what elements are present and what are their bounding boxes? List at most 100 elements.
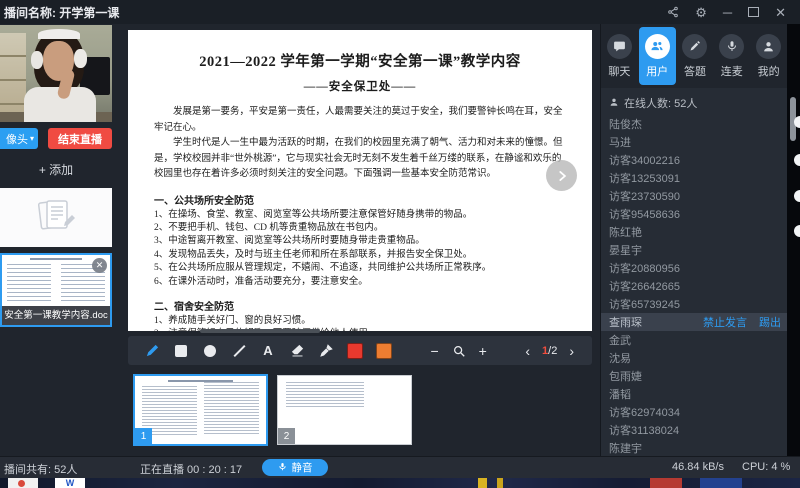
document-page: 2021—2022 学年第一学期“安全第一课”教学内容 ——安全保卫处—— 发展… [128,30,592,331]
user-list-item[interactable]: 潘韬 禁止发言 踢出 [601,385,787,403]
tab-mic-connect[interactable]: 连麦 [713,24,750,88]
user-list-item[interactable]: 访客26642665 禁止发言 踢出 [601,277,787,295]
live-classroom-app: 播间名称: 开学第一课 ⚙ ─ ✕ 像头 ▾ 结束直播 + 添加 [0,0,800,488]
tab-users[interactable]: 用户 [639,27,676,85]
user-name: 访客62974034 [609,404,680,420]
online-count-row: 在线人数: 52人 [601,88,787,115]
webcam-video [0,25,112,122]
doc-thumbnail-label: 安全第一课教学内容.doc [2,306,110,325]
user-list-item[interactable]: 陆俊杰 禁止发言 踢出 [601,115,787,133]
user-list-item[interactable]: 访客31138024 禁止发言 踢出 [601,421,787,439]
eraser-tool-icon[interactable] [289,343,305,359]
prev-page-icon[interactable]: ‹ [525,344,530,358]
microphone-icon [719,34,744,59]
user-name: 访客31138024 [609,422,679,438]
kick-user-button[interactable]: 踢出 [759,314,781,330]
document-list-item: 2、不要把手机、钱包、CD 机等贵重物品放在书包内。 [154,222,566,235]
user-list-item[interactable]: 查雨琛 禁止发言 踢出 [601,313,787,331]
user-list-item[interactable]: 访客13253091 禁止发言 踢出 [601,169,787,187]
user-name: 沈易 [609,350,631,366]
document-paragraph: 发展是第一要务，平安是第一责任，人最需要关注的莫过于安全，我们要警钟长鸣在耳，安… [154,105,566,136]
titlebar: 播间名称: 开学第一课 ⚙ ─ ✕ [0,0,800,24]
page-indicator: 1/2 [542,345,557,357]
maximize-button[interactable] [748,7,759,17]
line-tool-icon[interactable] [231,343,247,359]
document-list-item: 3、中途暂离开教室、阅览室等公共场所时要随身带走贵重物品。 [154,235,566,248]
user-name: 访客23730590 [609,188,680,204]
page2-thumbnail[interactable]: 2 [277,375,412,445]
share-icon[interactable] [667,6,679,18]
text-tool-icon[interactable]: A [260,343,276,359]
zoom-in-button[interactable]: + [479,344,487,358]
mic-small-icon [278,462,287,474]
brush-tool-icon[interactable] [318,343,334,359]
mute-user-button[interactable]: 禁止发言 [703,314,747,330]
annotation-toolbar: A − + ‹ 1/2 › [128,336,592,365]
next-page-button[interactable] [546,160,577,191]
rectangle-tool-icon[interactable] [173,343,189,359]
user-name: 访客95458636 [609,206,680,222]
user-name: 访客65739245 [609,296,680,312]
user-list-item[interactable]: 马进 禁止发言 踢出 [601,133,787,151]
user-name: 马进 [609,134,631,150]
cpu-label: CPU: 4 % [742,461,790,473]
document-section-heading: 一、公共场所安全防范 [154,192,566,207]
background-app-icon [794,116,800,128]
color-red-swatch[interactable] [347,343,363,359]
user-list-item[interactable]: 访客62974034 禁止发言 踢出 [601,403,787,421]
doc-thumbnail-selected[interactable]: ✕ 安全第一课教学内容.doc [0,253,112,327]
tab-mine[interactable]: 我的 [750,24,787,88]
person-icon [756,34,781,59]
user-list-item[interactable]: 陈建宇 禁止发言 踢出 [601,439,787,457]
tab-quiz[interactable]: 答题 [677,24,714,88]
color-orange-swatch[interactable] [376,343,392,359]
desktop-sliver: W [0,478,800,488]
minimize-button[interactable]: ─ [723,6,732,19]
user-list-item[interactable]: 访客23730590 禁止发言 踢出 [601,187,787,205]
document-pencil-icon [34,197,78,238]
pencil-icon [682,34,707,59]
document-section1-list: 1、在操场、食堂、教室、阅览室等公共场所要注意保管好随身携带的物品。2、不要把手… [154,209,566,289]
user-list-item[interactable]: 包雨婕 禁止发言 踢出 [601,367,787,385]
circle-tool-icon[interactable] [202,343,218,359]
page1-thumbnail[interactable]: 1 [133,374,268,446]
document-list-item: 1、在操场、食堂、教室、阅览室等公共场所要注意保管好随身携带的物品。 [154,209,566,222]
user-list-item[interactable]: 陈红艳 禁止发言 踢出 [601,223,787,241]
page1-badge: 1 [135,428,152,444]
page2-badge: 2 [278,428,295,444]
settings-gear-icon[interactable]: ⚙ [695,6,707,19]
pen-tool-icon[interactable] [144,343,160,359]
user-list-item[interactable]: 访客95458636 禁止发言 踢出 [601,205,787,223]
user-list-item[interactable]: 访客20880956 禁止发言 踢出 [601,259,787,277]
next-page-icon[interactable]: › [569,344,574,358]
whiteboard-thumbnail[interactable] [0,188,112,247]
close-doc-icon[interactable]: ✕ [92,258,107,273]
user-list-item[interactable]: 访客65739245 禁止发言 踢出 [601,295,787,313]
user-name: 陈建宇 [609,440,642,456]
document-list-item: 6、在课外活动时，准备活动要充分，要注意安全。 [154,276,566,289]
sidebar: 聊天 用户 答题 连麦 我的 [600,24,787,456]
user-list-item[interactable]: 访客34002216 禁止发言 踢出 [601,151,787,169]
background-app-icon [794,154,800,166]
end-stream-button[interactable]: 结束直播 [48,128,112,149]
horizontal-scrollbar[interactable] [200,329,320,333]
magnifier-icon[interactable] [451,343,467,359]
close-button[interactable]: ✕ [775,6,786,19]
user-list-item[interactable]: 沈易 禁止发言 踢出 [601,349,787,367]
user-name: 访客20880956 [609,260,680,276]
mute-button[interactable]: 静音 [262,459,328,476]
user-name: 包雨婕 [609,368,642,384]
user-name: 金武 [609,332,631,348]
document-title: 2021—2022 学年第一学期“安全第一课”教学内容 [154,50,566,71]
add-content-button[interactable]: + 添加 [0,161,112,178]
document-list-item: 4、发现物品丢失，及时与班主任老师和所在系部联系，并报告安全保卫处。 [154,249,566,262]
background-window-strip [787,24,800,456]
user-name: 查雨琛 [609,314,642,330]
tab-chat[interactable]: 聊天 [601,24,638,88]
bitrate-label: 46.84 kB/s [672,461,724,473]
camera-select-button[interactable]: 像头 ▾ [0,128,38,149]
zoom-out-button[interactable]: − [430,344,438,358]
user-name: 访客34002216 [609,152,680,168]
user-list-item[interactable]: 晏星宇 禁止发言 踢出 [601,241,787,259]
user-list-item[interactable]: 金武 禁止发言 踢出 [601,331,787,349]
